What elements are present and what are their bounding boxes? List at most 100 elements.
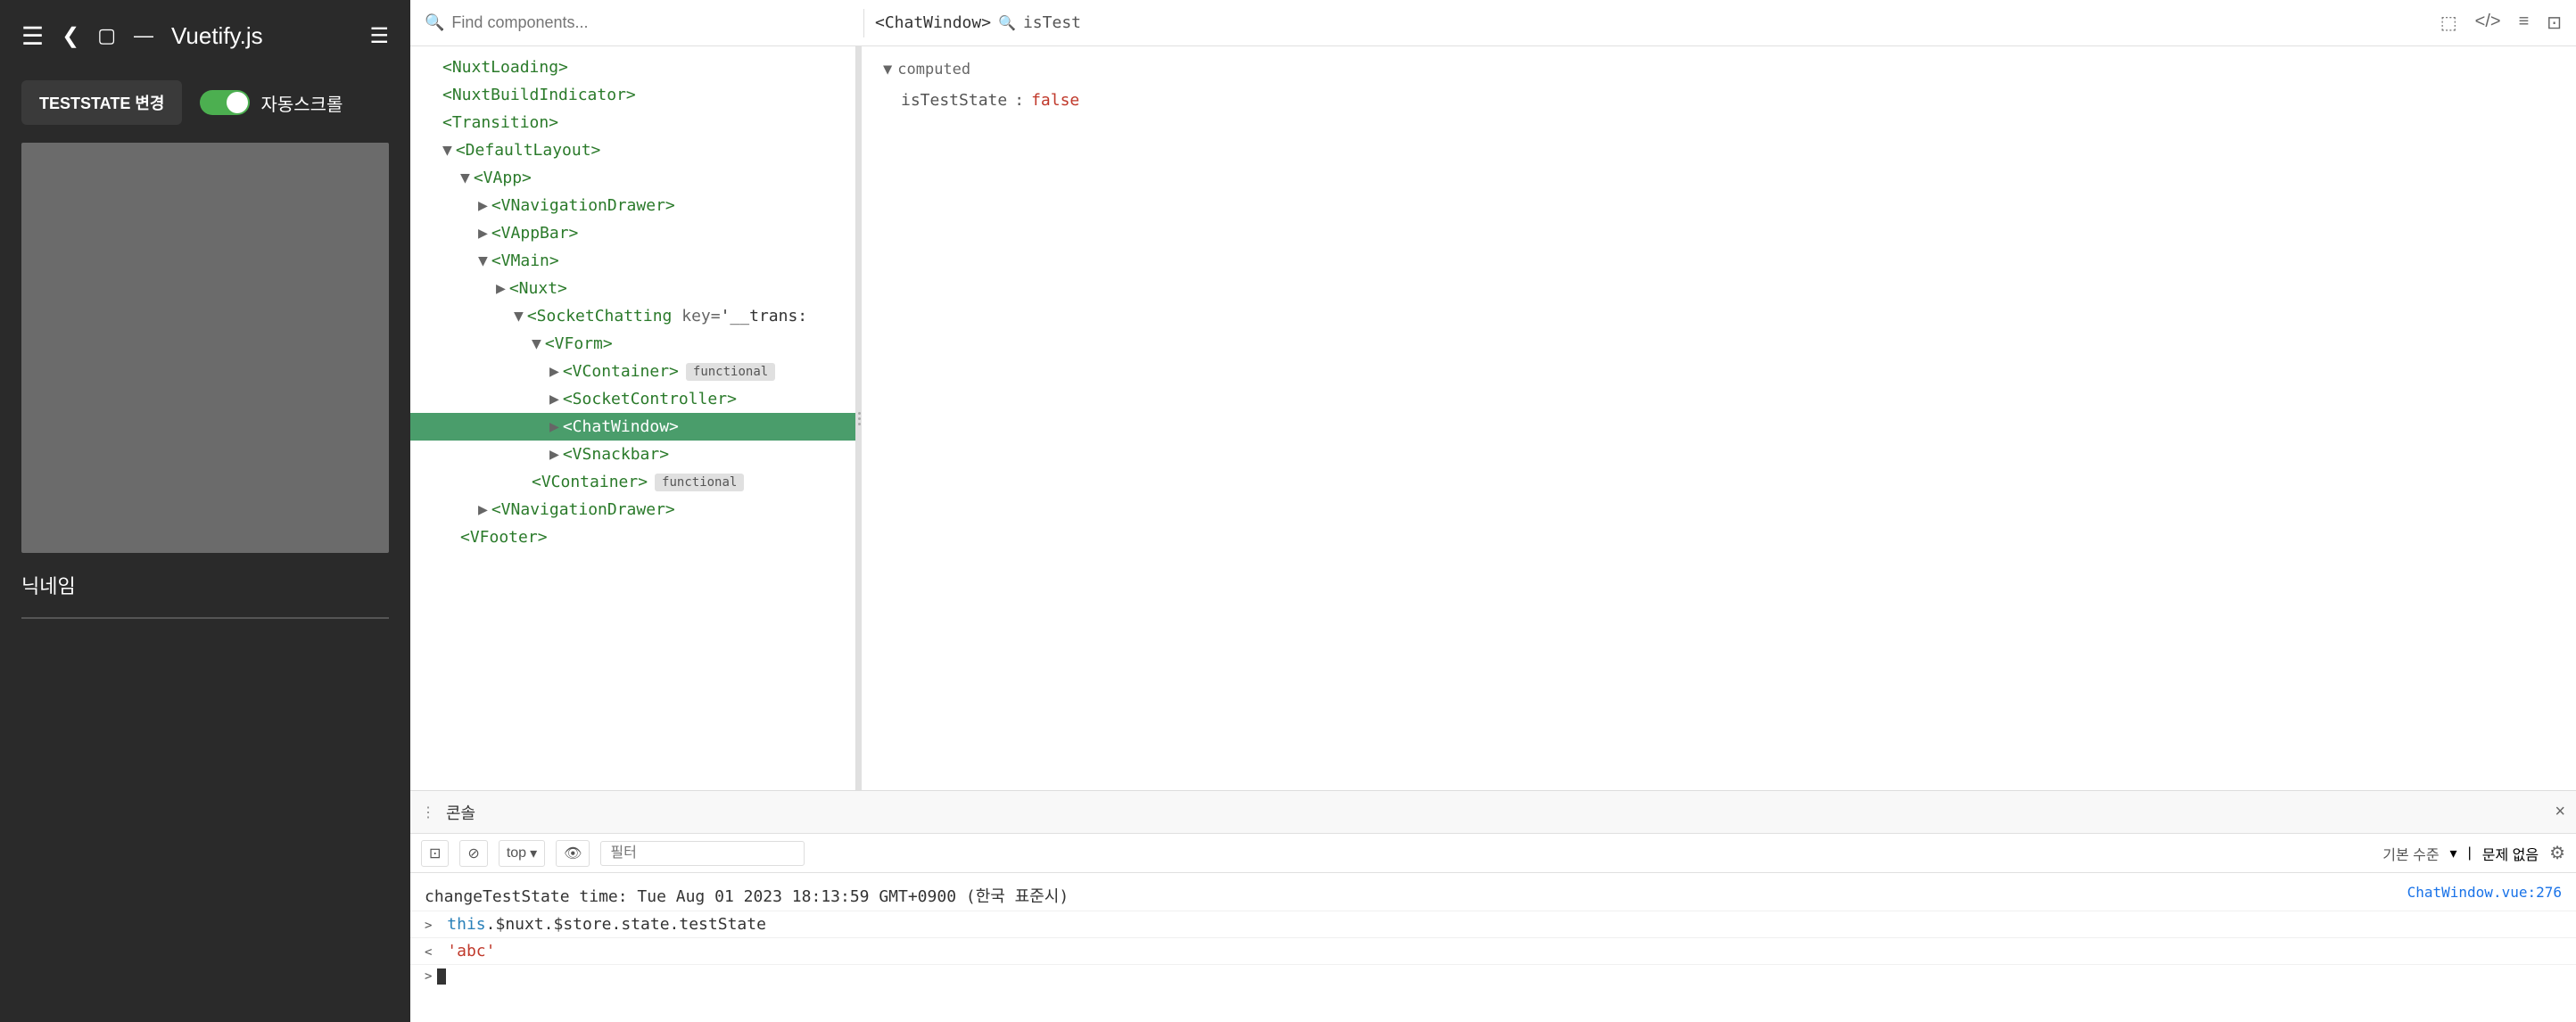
tree-item[interactable]: ▶ <SocketController> — [410, 385, 855, 413]
clear-icon: ⊘ — [467, 845, 479, 862]
tag-name: <VFooter> — [460, 528, 548, 547]
devtools-toolbar: 🔍 <ChatWindow> 🔍 isTest ⬚ </> ≡ ⊡ — [410, 0, 2576, 46]
tree-item[interactable]: <VFooter> — [410, 523, 855, 551]
attr-key: key= — [672, 307, 720, 326]
app-title: Vuetify.js — [171, 22, 351, 50]
expand-arrow: ▼ — [460, 169, 470, 187]
devtools-main: <NuxtLoading> <NuxtBuildIndicator> <Tran… — [410, 46, 2576, 790]
input-arrow: > — [425, 969, 432, 984]
console-log-row: > this.$nuxt.$store.state.testState — [410, 911, 2576, 938]
back-icon[interactable]: ❮ — [62, 23, 79, 49]
tree-item[interactable]: <NuxtLoading> — [410, 54, 855, 81]
dash-icon[interactable]: — — [134, 24, 153, 47]
breadcrumb-search-icon[interactable]: 🔍 — [998, 14, 1016, 32]
external-icon[interactable]: ⊡ — [2547, 12, 2562, 34]
console-settings-icon[interactable]: ⚙ — [2549, 842, 2565, 864]
controls-row: TESTSTATE 변경 자동스크롤 — [0, 71, 410, 143]
console-clear-button[interactable]: ⊘ — [459, 840, 487, 867]
toggle-knob — [227, 92, 248, 113]
top-label: top — [507, 845, 526, 861]
tree-item[interactable]: <NuxtBuildIndicator> — [410, 81, 855, 109]
selected-tag-name: <ChatWindow> — [563, 417, 679, 436]
log-text: < 'abc' — [425, 942, 495, 960]
no-issues-label: 문제 없음 — [2482, 843, 2539, 864]
log-source[interactable]: ChatWindow.vue:276 — [2407, 884, 2562, 901]
expand-arrow: ▼ — [532, 334, 541, 353]
tree-item[interactable]: ▶ <VSnackbar> — [410, 441, 855, 468]
console-right-controls: 기본 수준 ▾ | 문제 없음 ⚙ — [2382, 842, 2565, 864]
console-filter-bar: ⊡ ⊘ top ▾ 👁 기본 수준 ▾ | 문제 없음 ⚙ — [410, 834, 2576, 873]
app-preview-area — [21, 143, 389, 553]
badge-functional: functional — [686, 363, 775, 381]
console-close-button[interactable]: × — [2555, 802, 2565, 822]
console-log-row: changeTestState time: Tue Aug 01 2023 18… — [410, 880, 2576, 911]
tree-item[interactable]: ▶ <VContainer> functional — [410, 358, 855, 385]
tree-item[interactable]: ▼ <SocketChatting key='__trans: — [410, 302, 855, 330]
top-dropdown-button[interactable]: top ▾ — [499, 840, 545, 867]
list-icon[interactable]: ≡ — [2519, 12, 2530, 34]
tag-name: <VForm> — [545, 334, 613, 353]
attr-val: '__trans: — [721, 307, 808, 326]
toolbar-divider — [863, 9, 864, 37]
toolbar-right-icons: ⬚ </> ≡ ⊡ — [2440, 12, 2562, 34]
console-filter-input[interactable] — [600, 841, 805, 866]
dropdown-arrow-icon: ▾ — [530, 845, 537, 862]
prop-row: isTestState : false — [883, 87, 2555, 113]
tree-item[interactable]: ▶ <VNavigationDrawer> — [410, 496, 855, 523]
tree-item[interactable]: ▼ <VForm> — [410, 330, 855, 358]
tree-item[interactable]: ▶ <VAppBar> — [410, 219, 855, 247]
menu-icon[interactable]: ☰ — [369, 23, 389, 49]
expand-arrow: ▼ — [442, 141, 452, 160]
window-icon[interactable]: ▢ — [97, 24, 116, 47]
component-details: ▼ computed isTestState : false — [862, 46, 2576, 790]
tree-item-selected[interactable]: ▶ <ChatWindow> — [410, 413, 855, 441]
tag-name: <NuxtLoading> — [442, 58, 568, 77]
tree-item[interactable]: ▼ <VApp> — [410, 164, 855, 192]
console-preserve-log-button[interactable]: ⊡ — [421, 840, 449, 867]
tag-name: <VNavigationDrawer> — [491, 196, 675, 215]
find-components-input[interactable] — [451, 13, 853, 32]
expand-icon[interactable]: < — [425, 945, 432, 960]
preserve-log-icon: ⊡ — [429, 845, 441, 862]
log-level-select[interactable]: 기본 수준 — [2382, 843, 2439, 864]
screenshot-icon[interactable]: ⬚ — [2440, 12, 2457, 34]
auto-scroll-toggle-container: 자동스크롤 — [200, 90, 343, 116]
tag-name: <Nuxt> — [509, 279, 567, 298]
tag-name: <VMain> — [491, 251, 559, 270]
auto-scroll-toggle[interactable] — [200, 90, 250, 115]
console-panel: ⋮ 콘솔 × ⊡ ⊘ top ▾ 👁 기본 수준 ▾ | 문제 없음 — [410, 790, 2576, 1022]
divider — [21, 617, 389, 619]
tree-item[interactable]: ▼ <VMain> — [410, 247, 855, 275]
expand-arrow: ▶ — [478, 500, 488, 519]
badge-functional: functional — [655, 474, 744, 491]
console-cursor — [437, 968, 446, 985]
tree-item[interactable]: <VContainer> functional — [410, 468, 855, 496]
expand-icon[interactable]: > — [425, 919, 432, 933]
hamburger-icon[interactable]: ☰ — [21, 21, 44, 51]
string-value: 'abc' — [447, 942, 495, 960]
log-text: > this.$nuxt.$store.state.testState — [425, 915, 766, 934]
tree-item[interactable]: <Transition> — [410, 109, 855, 136]
expand-arrow: ▶ — [478, 224, 488, 243]
test-state-button[interactable]: TESTSTATE 변경 — [21, 80, 182, 125]
section-header: ▼ computed — [883, 61, 2555, 78]
expand-arrow: ▶ — [549, 390, 559, 408]
tree-item[interactable]: ▼ <DefaultLayout> — [410, 136, 855, 164]
tag-name: <NuxtBuildIndicator> — [442, 86, 636, 104]
resize-dots — [858, 412, 861, 425]
eye-filter-button[interactable]: 👁 — [556, 840, 590, 867]
code-toggle-icon[interactable]: </> — [2475, 12, 2501, 34]
log-text: changeTestState time: Tue Aug 01 2023 18… — [425, 884, 1069, 907]
expand-arrow: ▶ — [549, 362, 559, 381]
level-dropdown-arrow: ▾ — [2450, 845, 2457, 862]
separator: | — [2468, 845, 2472, 861]
tree-item[interactable]: ▶ <Nuxt> — [410, 275, 855, 302]
left-app-panel: ☰ ❮ ▢ — Vuetify.js ☰ TESTSTATE 변경 자동스크롤 … — [0, 0, 410, 1022]
tree-item[interactable]: ▶ <VNavigationDrawer> — [410, 192, 855, 219]
section-title: computed — [897, 61, 970, 78]
section-arrow: ▼ — [883, 61, 892, 78]
drag-handle-icon[interactable]: ⋮ — [421, 804, 435, 821]
toggle-label: 자동스크롤 — [260, 90, 343, 116]
console-title: 콘솔 — [446, 801, 475, 824]
tag-name: <SocketController> — [563, 390, 737, 408]
